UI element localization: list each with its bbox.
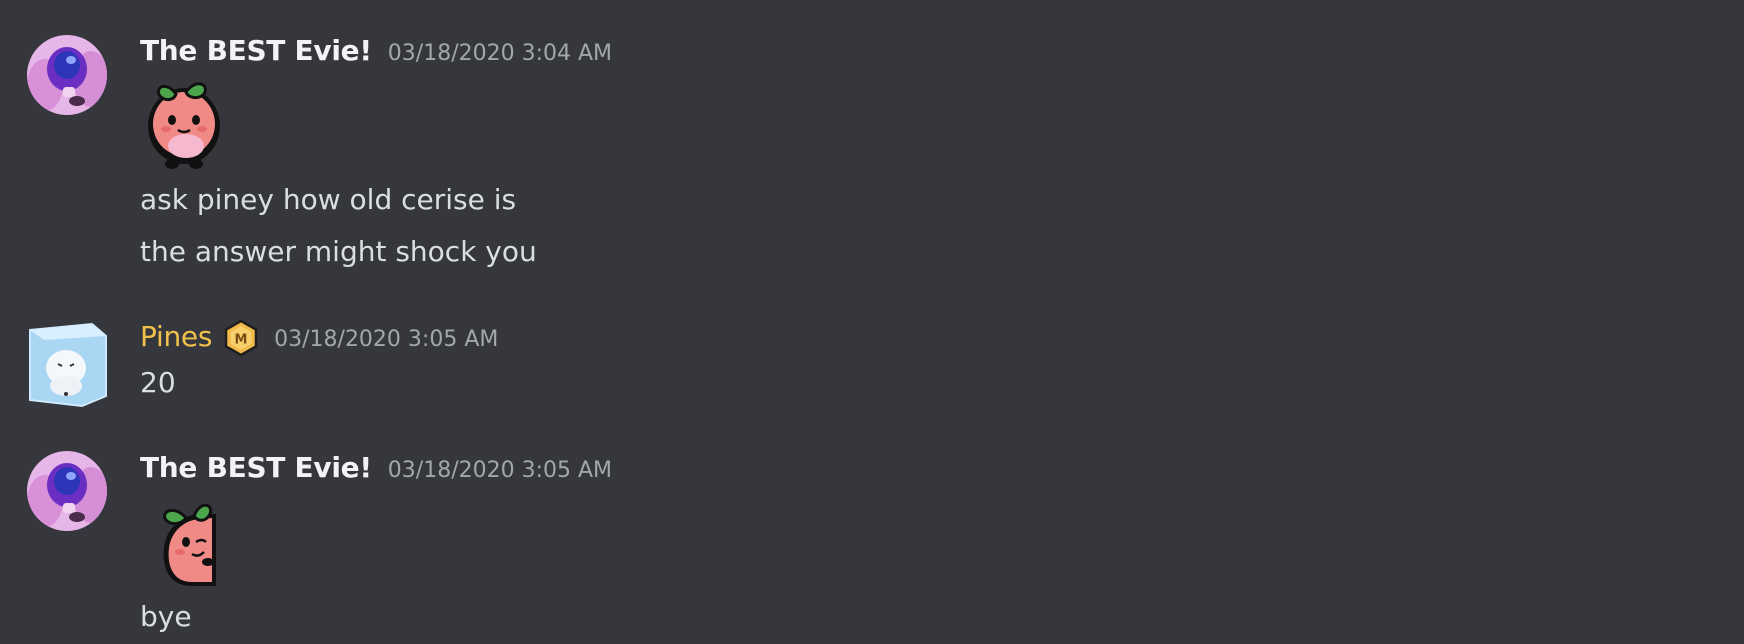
avatar-pines-icon <box>22 320 110 408</box>
message-header: The BEST Evie! 03/18/2020 3:05 AM <box>140 451 612 484</box>
moderator-badge-icon[interactable]: M <box>224 319 258 357</box>
message-text: ask piney how old cerise is <box>140 183 517 216</box>
avatar-evie-icon <box>27 451 107 531</box>
avatar[interactable] <box>27 451 107 531</box>
peach-sticker <box>142 74 230 170</box>
message-header: Pines M 03/18/2020 3:05 AM <box>140 319 498 357</box>
username[interactable]: The BEST Evie! <box>140 451 372 484</box>
message-text: bye <box>140 600 192 633</box>
avatar[interactable] <box>27 35 107 115</box>
timestamp[interactable]: 03/18/2020 3:05 AM <box>388 458 612 483</box>
message-text: the answer might shock you <box>140 235 537 268</box>
message-header: The BEST Evie! 03/18/2020 3:04 AM <box>140 34 612 67</box>
chat-log: The BEST Evie! 03/18/2020 3:04 AM ask pi… <box>0 0 1744 644</box>
message-text: 20 <box>140 366 176 399</box>
username[interactable]: Pines <box>140 320 212 353</box>
peach-peek-sticker <box>142 492 230 588</box>
timestamp[interactable]: 03/18/2020 3:04 AM <box>388 41 612 66</box>
avatar-evie-icon <box>27 35 107 115</box>
svg-text:M: M <box>235 333 248 348</box>
timestamp[interactable]: 03/18/2020 3:05 AM <box>274 327 498 352</box>
username[interactable]: The BEST Evie! <box>140 34 372 67</box>
avatar[interactable] <box>22 320 110 408</box>
